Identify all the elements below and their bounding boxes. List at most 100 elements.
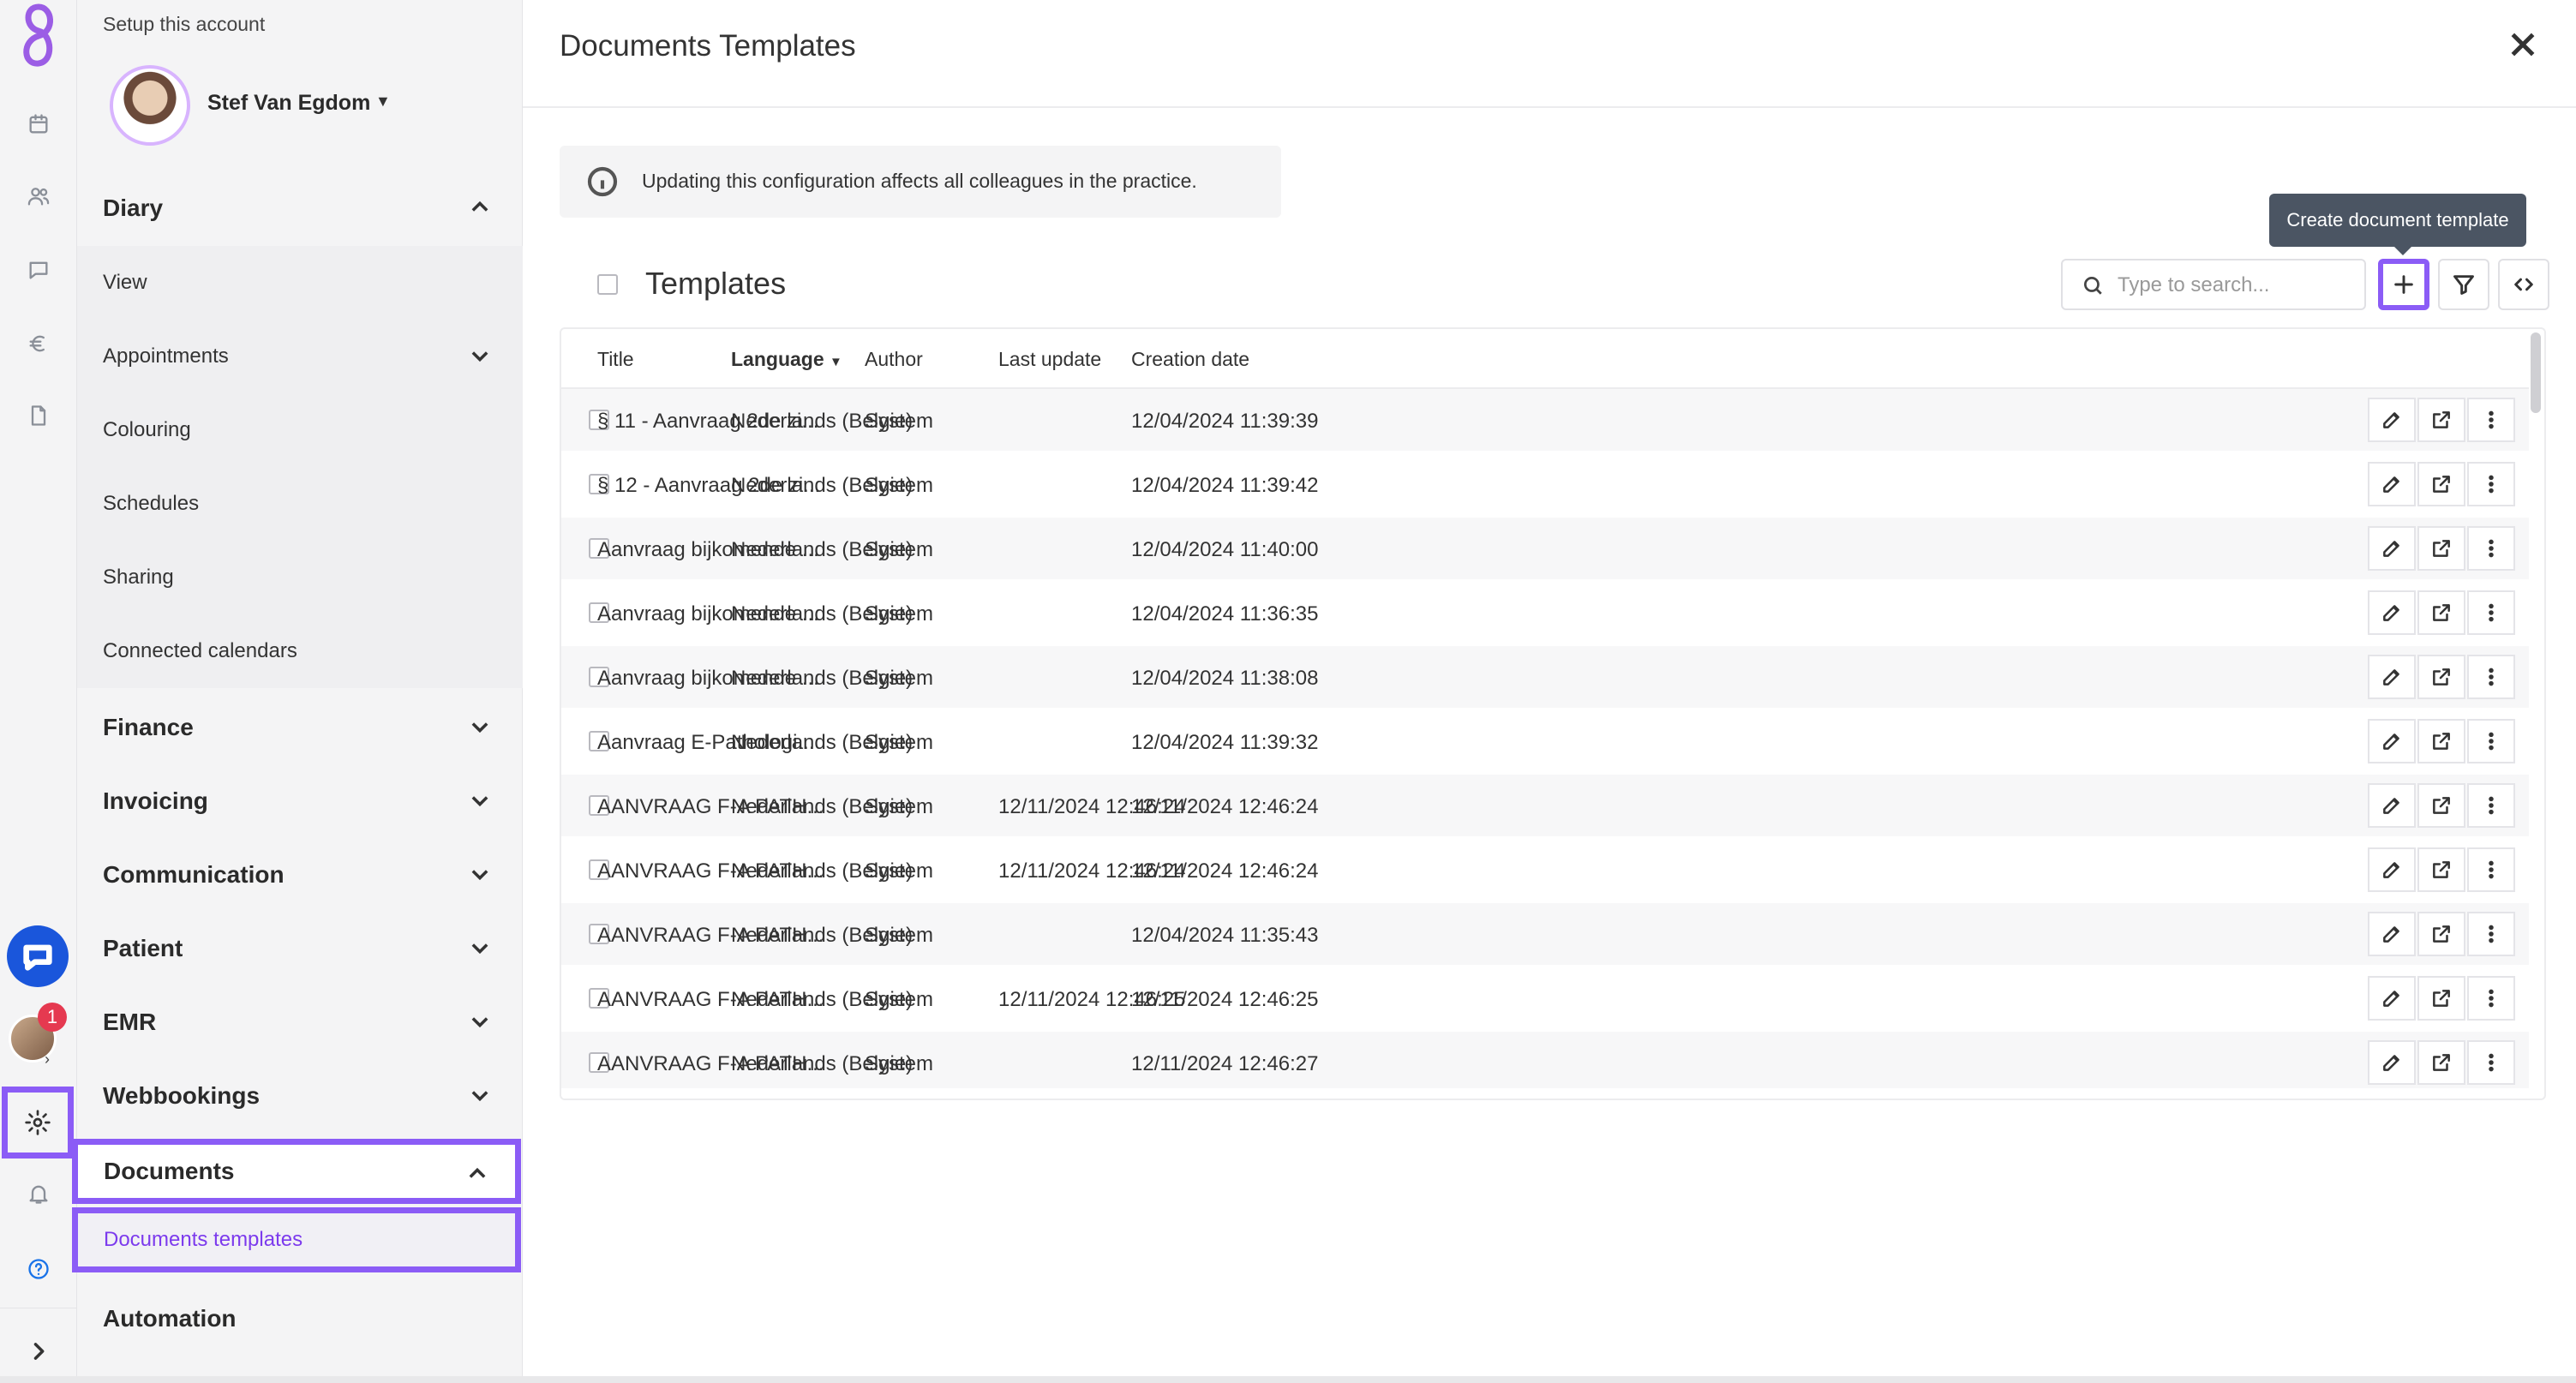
sidebar-item-view[interactable]: View [77, 246, 523, 320]
sidebar-item-sharing[interactable]: Sharing [77, 541, 523, 614]
more-options-icon[interactable] [2467, 590, 2515, 635]
edit-icon[interactable] [2368, 847, 2416, 892]
edit-icon[interactable] [2368, 783, 2416, 828]
cell-creation-date: 12/11/2024 12:46:24 [1131, 795, 1319, 818]
edit-icon[interactable] [2368, 590, 2416, 635]
close-icon[interactable] [2506, 27, 2540, 62]
message-icon[interactable] [17, 248, 60, 291]
edit-icon[interactable] [2368, 398, 2416, 442]
users-icon[interactable] [17, 175, 60, 218]
sidebar-section-webbookings[interactable]: Webbookings [77, 1059, 523, 1133]
sidebar-item-appointments[interactable]: Appointments [77, 320, 523, 393]
account-user-name[interactable]: Stef Van Egdom [207, 91, 370, 116]
sidebar-section-communication[interactable]: Communication [77, 838, 523, 912]
table-row[interactable]: Aanvraag bijkomende ... Nederlands (Belgi… [561, 582, 2529, 644]
open-external-icon[interactable] [2417, 783, 2465, 828]
column-last-update[interactable]: Last update [998, 348, 1101, 371]
account-avatar[interactable] [110, 65, 190, 146]
cell-creation-date: 12/04/2024 11:39:32 [1131, 731, 1319, 754]
sidebar-section-emr[interactable]: EMR [77, 985, 523, 1059]
edit-icon[interactable] [2368, 526, 2416, 571]
code-view-button[interactable] [2498, 259, 2549, 310]
chevron-down-icon [468, 1083, 492, 1107]
column-language[interactable]: Language ▼ [731, 348, 842, 371]
open-external-icon[interactable] [2417, 976, 2465, 1021]
chat-support-icon[interactable] [7, 925, 69, 987]
more-options-icon[interactable] [2467, 655, 2515, 699]
row-actions [2368, 912, 2517, 956]
more-options-icon[interactable] [2467, 976, 2515, 1021]
edit-icon[interactable] [2368, 912, 2416, 956]
edit-icon[interactable] [2368, 462, 2416, 506]
main-panel: Documents Templates Updating this config… [523, 0, 2576, 1383]
expand-chevron-icon[interactable] [17, 1330, 60, 1373]
more-options-icon[interactable] [2467, 847, 2515, 892]
sidebar-section-finance[interactable]: Finance [77, 691, 523, 764]
sidebar-item-documents-templates[interactable]: Documents templates [72, 1207, 521, 1272]
table-row[interactable]: § 12 - Aanvraag 2de zi... Nederlands (Bel… [561, 453, 2529, 515]
more-options-icon[interactable] [2467, 1040, 2515, 1085]
row-actions [2368, 1040, 2517, 1085]
open-external-icon[interactable] [2417, 398, 2465, 442]
search-input[interactable] [2118, 269, 2357, 302]
section-label: Documents [104, 1158, 235, 1184]
select-all-checkbox[interactable] [597, 274, 618, 295]
more-options-icon[interactable] [2467, 719, 2515, 763]
table-scrollbar[interactable] [2531, 332, 2541, 413]
search-box[interactable] [2061, 259, 2366, 310]
more-options-icon[interactable] [2467, 462, 2515, 506]
filter-button[interactable] [2438, 259, 2489, 310]
column-author[interactable]: Author [865, 348, 923, 371]
table-row[interactable]: Aanvraag E-Pathologi... Nederlands (Belgi… [561, 710, 2529, 772]
more-options-icon[interactable] [2467, 398, 2515, 442]
edit-icon[interactable] [2368, 655, 2416, 699]
sidebar-item-schedules[interactable]: Schedules [77, 467, 523, 541]
table-row[interactable]: AANVRAAG F-A PATH...Nederlands (Belgie)S… [561, 903, 2529, 965]
sidebar-section-documents[interactable]: Documents [72, 1139, 521, 1204]
table-row[interactable]: § 11 - Aanvraag 2de zi... Nederlands (Bel… [561, 389, 2529, 451]
sidebar-section-patient[interactable]: Patient [77, 912, 523, 985]
table-row[interactable]: AANVRAAG F-A PATH...Nederlands (Belgie)S… [561, 967, 2529, 1029]
euro-icon[interactable] [17, 322, 60, 365]
edit-icon[interactable] [2368, 719, 2416, 763]
table-row[interactable]: Aanvraag bijkomende ... Nederlands (Belgi… [561, 646, 2529, 708]
edit-icon[interactable] [2368, 976, 2416, 1021]
table-row[interactable]: AANVRAAG F-A PATH...Nederlands (Belgie)S… [561, 775, 2529, 836]
bell-icon[interactable] [17, 1172, 60, 1215]
row-actions [2368, 590, 2517, 635]
open-external-icon[interactable] [2417, 719, 2465, 763]
open-external-icon[interactable] [2417, 590, 2465, 635]
sidebar-item-connected-calendars[interactable]: Connected calendars [77, 614, 523, 688]
document-icon[interactable] [17, 394, 60, 437]
open-external-icon[interactable] [2417, 462, 2465, 506]
create-document-template-button[interactable] [2378, 259, 2429, 310]
sidebar-item-colouring[interactable]: Colouring [77, 393, 523, 467]
more-options-icon[interactable] [2467, 783, 2515, 828]
table-row[interactable]: AANVRAAG F-A PATH...Nederlands (Belgie)S… [561, 839, 2529, 901]
table-row[interactable]: AANVRAAG F-A PATH...Nederlands (Belgie)S… [561, 1032, 2529, 1093]
calendar-icon[interactable] [17, 103, 60, 146]
settings-gear-icon[interactable] [2, 1087, 74, 1158]
column-title[interactable]: Title [597, 348, 634, 371]
column-creation-date[interactable]: Creation date [1131, 348, 1249, 371]
open-external-icon[interactable] [2417, 655, 2465, 699]
open-external-icon[interactable] [2417, 847, 2465, 892]
sidebar-section-automation[interactable]: Automation [77, 1282, 523, 1356]
more-options-icon[interactable] [2467, 526, 2515, 571]
help-icon[interactable] [17, 1248, 60, 1290]
app-logo-icon[interactable] [10, 2, 67, 70]
open-external-icon[interactable] [2417, 526, 2465, 571]
info-text: Updating this configuration affects all … [642, 170, 1197, 192]
sidebar-section-invoicing[interactable]: Invoicing [77, 764, 523, 838]
row-actions [2368, 655, 2517, 699]
sort-caret-icon: ▼ [830, 355, 842, 369]
cell-creation-date: 12/04/2024 11:40:00 [1131, 538, 1319, 561]
more-options-icon[interactable] [2467, 912, 2515, 956]
open-external-icon[interactable] [2417, 1040, 2465, 1085]
sidebar-section-diary[interactable]: Diary [77, 171, 523, 245]
section-label: Finance [103, 714, 194, 740]
open-external-icon[interactable] [2417, 912, 2465, 956]
table-row[interactable]: Aanvraag bijkomende ... Nederlands (Belgi… [561, 518, 2529, 579]
caret-down-icon[interactable]: ▼ [375, 93, 391, 111]
edit-icon[interactable] [2368, 1040, 2416, 1085]
